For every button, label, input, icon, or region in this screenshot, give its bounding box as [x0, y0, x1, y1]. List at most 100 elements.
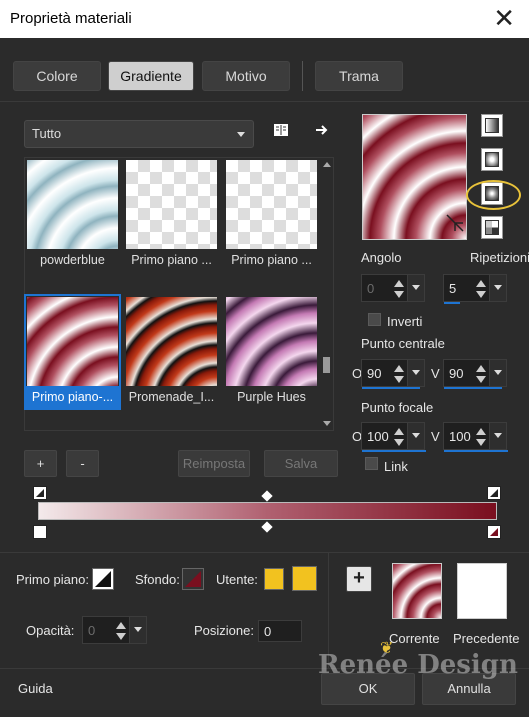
invert-label: Inverti	[387, 314, 423, 329]
invert-checkbox[interactable]	[368, 313, 381, 326]
spinner-arrows-icon[interactable]	[392, 363, 406, 385]
spinner-arrows-icon[interactable]	[474, 278, 488, 300]
spinner-arrows-icon[interactable]	[392, 426, 406, 448]
focal-h-stepper[interactable]: 100	[361, 422, 426, 452]
angle-stepper[interactable]: 0	[361, 274, 425, 302]
focal-point-label: Punto focale	[361, 400, 434, 415]
arrow-right-icon[interactable]	[314, 123, 330, 137]
center-v-slider-fill	[444, 387, 502, 389]
scroll-up-icon[interactable]	[323, 162, 331, 167]
linear-style-button[interactable]	[481, 114, 503, 137]
scroll-thumb[interactable]	[323, 357, 330, 373]
link-checkbox[interactable]	[365, 457, 378, 470]
add-swatch-button[interactable]: +	[346, 566, 372, 592]
previous-swatch[interactable]	[457, 563, 507, 619]
tab-separator	[0, 101, 529, 102]
close-icon[interactable]: ✕	[493, 4, 515, 32]
repeats-stepper[interactable]: 5	[443, 274, 507, 304]
remove-gradient-button[interactable]: -	[66, 450, 99, 477]
bottom-midpoint-marker[interactable]	[261, 521, 273, 533]
bottom-marker-left[interactable]	[33, 525, 47, 539]
current-label: Corrente	[389, 631, 440, 646]
bottom-marker-right[interactable]	[487, 525, 501, 539]
chevron-down-icon[interactable]	[407, 360, 424, 386]
repeats-value: 5	[449, 281, 457, 296]
position-field[interactable]: 0	[258, 620, 302, 642]
spinner-arrows-icon[interactable]	[474, 363, 488, 385]
help-link[interactable]: Guida	[18, 681, 53, 696]
center-h-stepper[interactable]: 90	[361, 359, 425, 389]
focal-v-prefix: V	[431, 429, 440, 444]
center-v-value: 90	[449, 366, 464, 381]
chevron-down-icon	[237, 132, 245, 137]
gallery-item-purple-hues[interactable]: Purple Hues	[225, 296, 318, 408]
corner-style-button[interactable]	[481, 216, 503, 239]
spinner-arrows-icon[interactable]	[392, 278, 406, 300]
window-title: Proprietà materiali	[10, 10, 132, 27]
chevron-down-icon[interactable]	[129, 617, 146, 643]
gradient-filter-value: Tutto	[32, 126, 62, 141]
tab-colore[interactable]: Colore	[13, 61, 101, 91]
user-swatch-2[interactable]	[292, 566, 317, 591]
scroll-down-icon[interactable]	[323, 421, 331, 426]
gallery-item-foreground-1[interactable]: Primo piano ...	[125, 159, 218, 271]
center-h-slider-fill	[362, 387, 420, 389]
rectangular-gradient-icon	[485, 152, 499, 167]
user-swatch-1[interactable]	[264, 568, 284, 590]
opacity-label: Opacità:	[26, 623, 75, 638]
center-v-prefix: V	[431, 366, 440, 381]
gallery-item-foreground-2[interactable]: Primo piano ...	[225, 159, 318, 271]
chevron-down-icon[interactable]	[407, 423, 424, 449]
focal-v-stepper[interactable]: 100	[443, 422, 508, 452]
link-label: Link	[384, 459, 408, 474]
repeats-label: Ripetizioni	[470, 250, 529, 265]
spinner-arrows-icon[interactable]	[114, 620, 128, 642]
center-point-label: Punto centrale	[361, 336, 445, 351]
tab-motivo[interactable]: Motivo	[202, 61, 290, 91]
opacity-stepper[interactable]: 0	[82, 616, 147, 644]
reset-button[interactable]: Reimposta	[178, 450, 250, 477]
foreground-swatch[interactable]	[92, 568, 114, 590]
angle-value: 0	[367, 281, 375, 296]
save-button[interactable]: Salva	[264, 450, 338, 477]
tab-trama[interactable]: Trama	[315, 61, 403, 91]
chevron-down-icon[interactable]	[489, 275, 506, 301]
gallery-item-caption: Promenade_I...	[125, 386, 218, 408]
rectangular-style-button[interactable]	[481, 148, 503, 171]
gallery-scrollbar[interactable]	[321, 159, 332, 429]
gallery-item-caption: Purple Hues	[225, 386, 318, 408]
chevron-down-icon[interactable]	[489, 423, 506, 449]
top-midpoint-marker[interactable]	[261, 490, 273, 502]
highlight-ring	[466, 180, 521, 210]
gallery-item-caption: Primo piano-...	[26, 386, 119, 408]
crosshair-icon	[446, 214, 464, 232]
focal-h-slider-fill	[362, 450, 426, 452]
top-marker-left[interactable]	[33, 486, 47, 500]
gallery-item-caption: powderblue	[26, 249, 119, 271]
top-marker-right[interactable]	[487, 486, 501, 500]
opacity-value: 0	[88, 623, 96, 638]
angle-label: Angolo	[361, 250, 402, 265]
book-icon[interactable]	[273, 123, 289, 137]
add-gradient-button[interactable]: +	[24, 450, 57, 477]
gallery-item-powderblue[interactable]: powderblue	[26, 159, 119, 271]
gallery-item-foreground-selected[interactable]: Primo piano-...	[24, 294, 121, 410]
focal-v-value: 100	[449, 429, 471, 444]
chevron-down-icon[interactable]	[489, 360, 506, 386]
gradient-preview[interactable]	[362, 114, 467, 240]
linear-gradient-icon	[485, 118, 499, 133]
foreground-label: Primo piano:	[16, 572, 89, 587]
corner-gradient-icon	[485, 220, 499, 235]
current-swatch[interactable]	[392, 563, 442, 619]
gradient-filter-dropdown[interactable]: Tutto	[24, 120, 254, 148]
position-label: Posizione:	[194, 623, 254, 638]
chevron-down-icon[interactable]	[407, 275, 424, 301]
watermark: Renée Design	[318, 650, 518, 680]
gradient-editor-bar[interactable]	[38, 502, 497, 520]
background-swatch[interactable]	[182, 568, 204, 590]
spinner-arrows-icon[interactable]	[474, 426, 488, 448]
tab-gradiente[interactable]: Gradiente	[108, 61, 194, 91]
center-v-stepper[interactable]: 90	[443, 359, 507, 389]
gallery-item-promenade[interactable]: Promenade_I...	[125, 296, 218, 408]
position-value: 0	[264, 624, 272, 639]
